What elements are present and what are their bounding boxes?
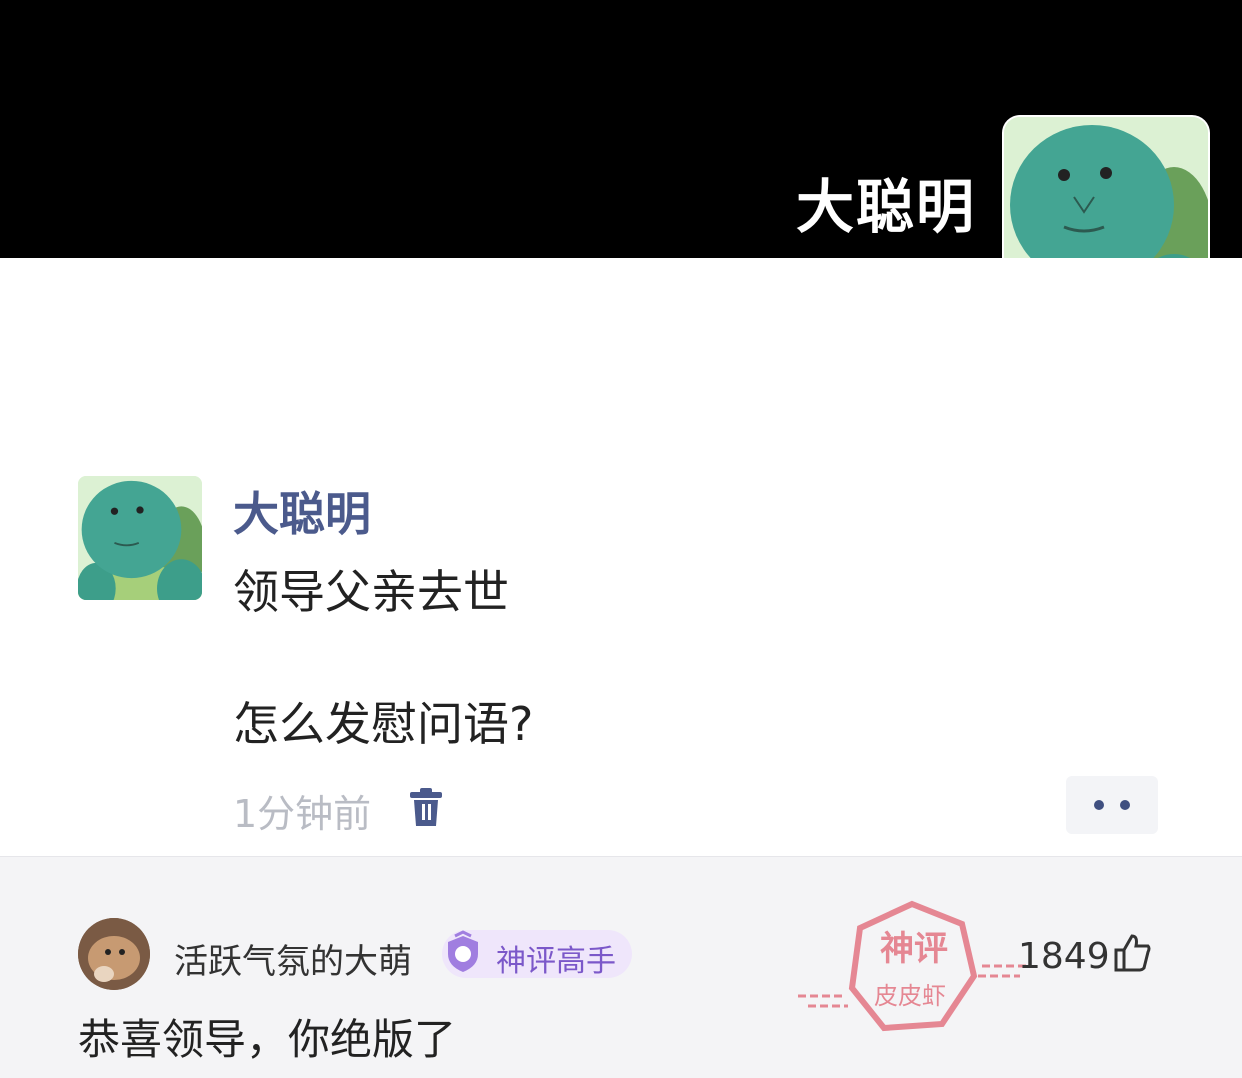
stamp-watermark: 神评 皮皮虾	[798, 900, 1028, 1032]
more-dots-icon[interactable]	[1066, 776, 1158, 834]
dot	[1094, 800, 1104, 810]
thumbs-up-icon[interactable]	[1112, 932, 1152, 972]
stamp-top-text: 神评	[880, 929, 948, 969]
commenter-avatar[interactable]	[78, 918, 150, 990]
like-count: 1849	[1018, 936, 1110, 977]
dot	[1120, 800, 1130, 810]
header-username: 大聪明	[795, 173, 976, 241]
stamp-bottom-text: 皮皮虾	[874, 982, 946, 1010]
post-text-line-1: 领导父亲去世	[233, 565, 509, 619]
badge-label: 神评高手	[496, 944, 616, 979]
top-comment-card: 活跃气氛的大萌 神评高手 神评 皮皮虾 1849 恭喜领导，你绝版了	[48, 888, 1194, 1078]
comment-text: 恭喜领导，你绝版了	[78, 1015, 457, 1064]
post-avatar[interactable]	[78, 476, 202, 600]
trash-icon[interactable]	[408, 788, 444, 828]
shield-badge-icon	[448, 930, 478, 972]
post-text-line-2: 怎么发慰问语?	[233, 697, 534, 751]
commenter-name[interactable]: 活跃气氛的大萌	[174, 934, 412, 983]
post-card: 大聪明 领导父亲去世 怎么发慰问语? 1分钟前	[0, 258, 1242, 857]
turtle-avatar-icon	[78, 476, 202, 600]
cat-avatar-icon	[78, 918, 150, 990]
post-time: 1分钟前	[233, 792, 372, 836]
post-author[interactable]: 大聪明	[233, 478, 371, 544]
god-comment-badge: 神评高手	[442, 930, 632, 979]
